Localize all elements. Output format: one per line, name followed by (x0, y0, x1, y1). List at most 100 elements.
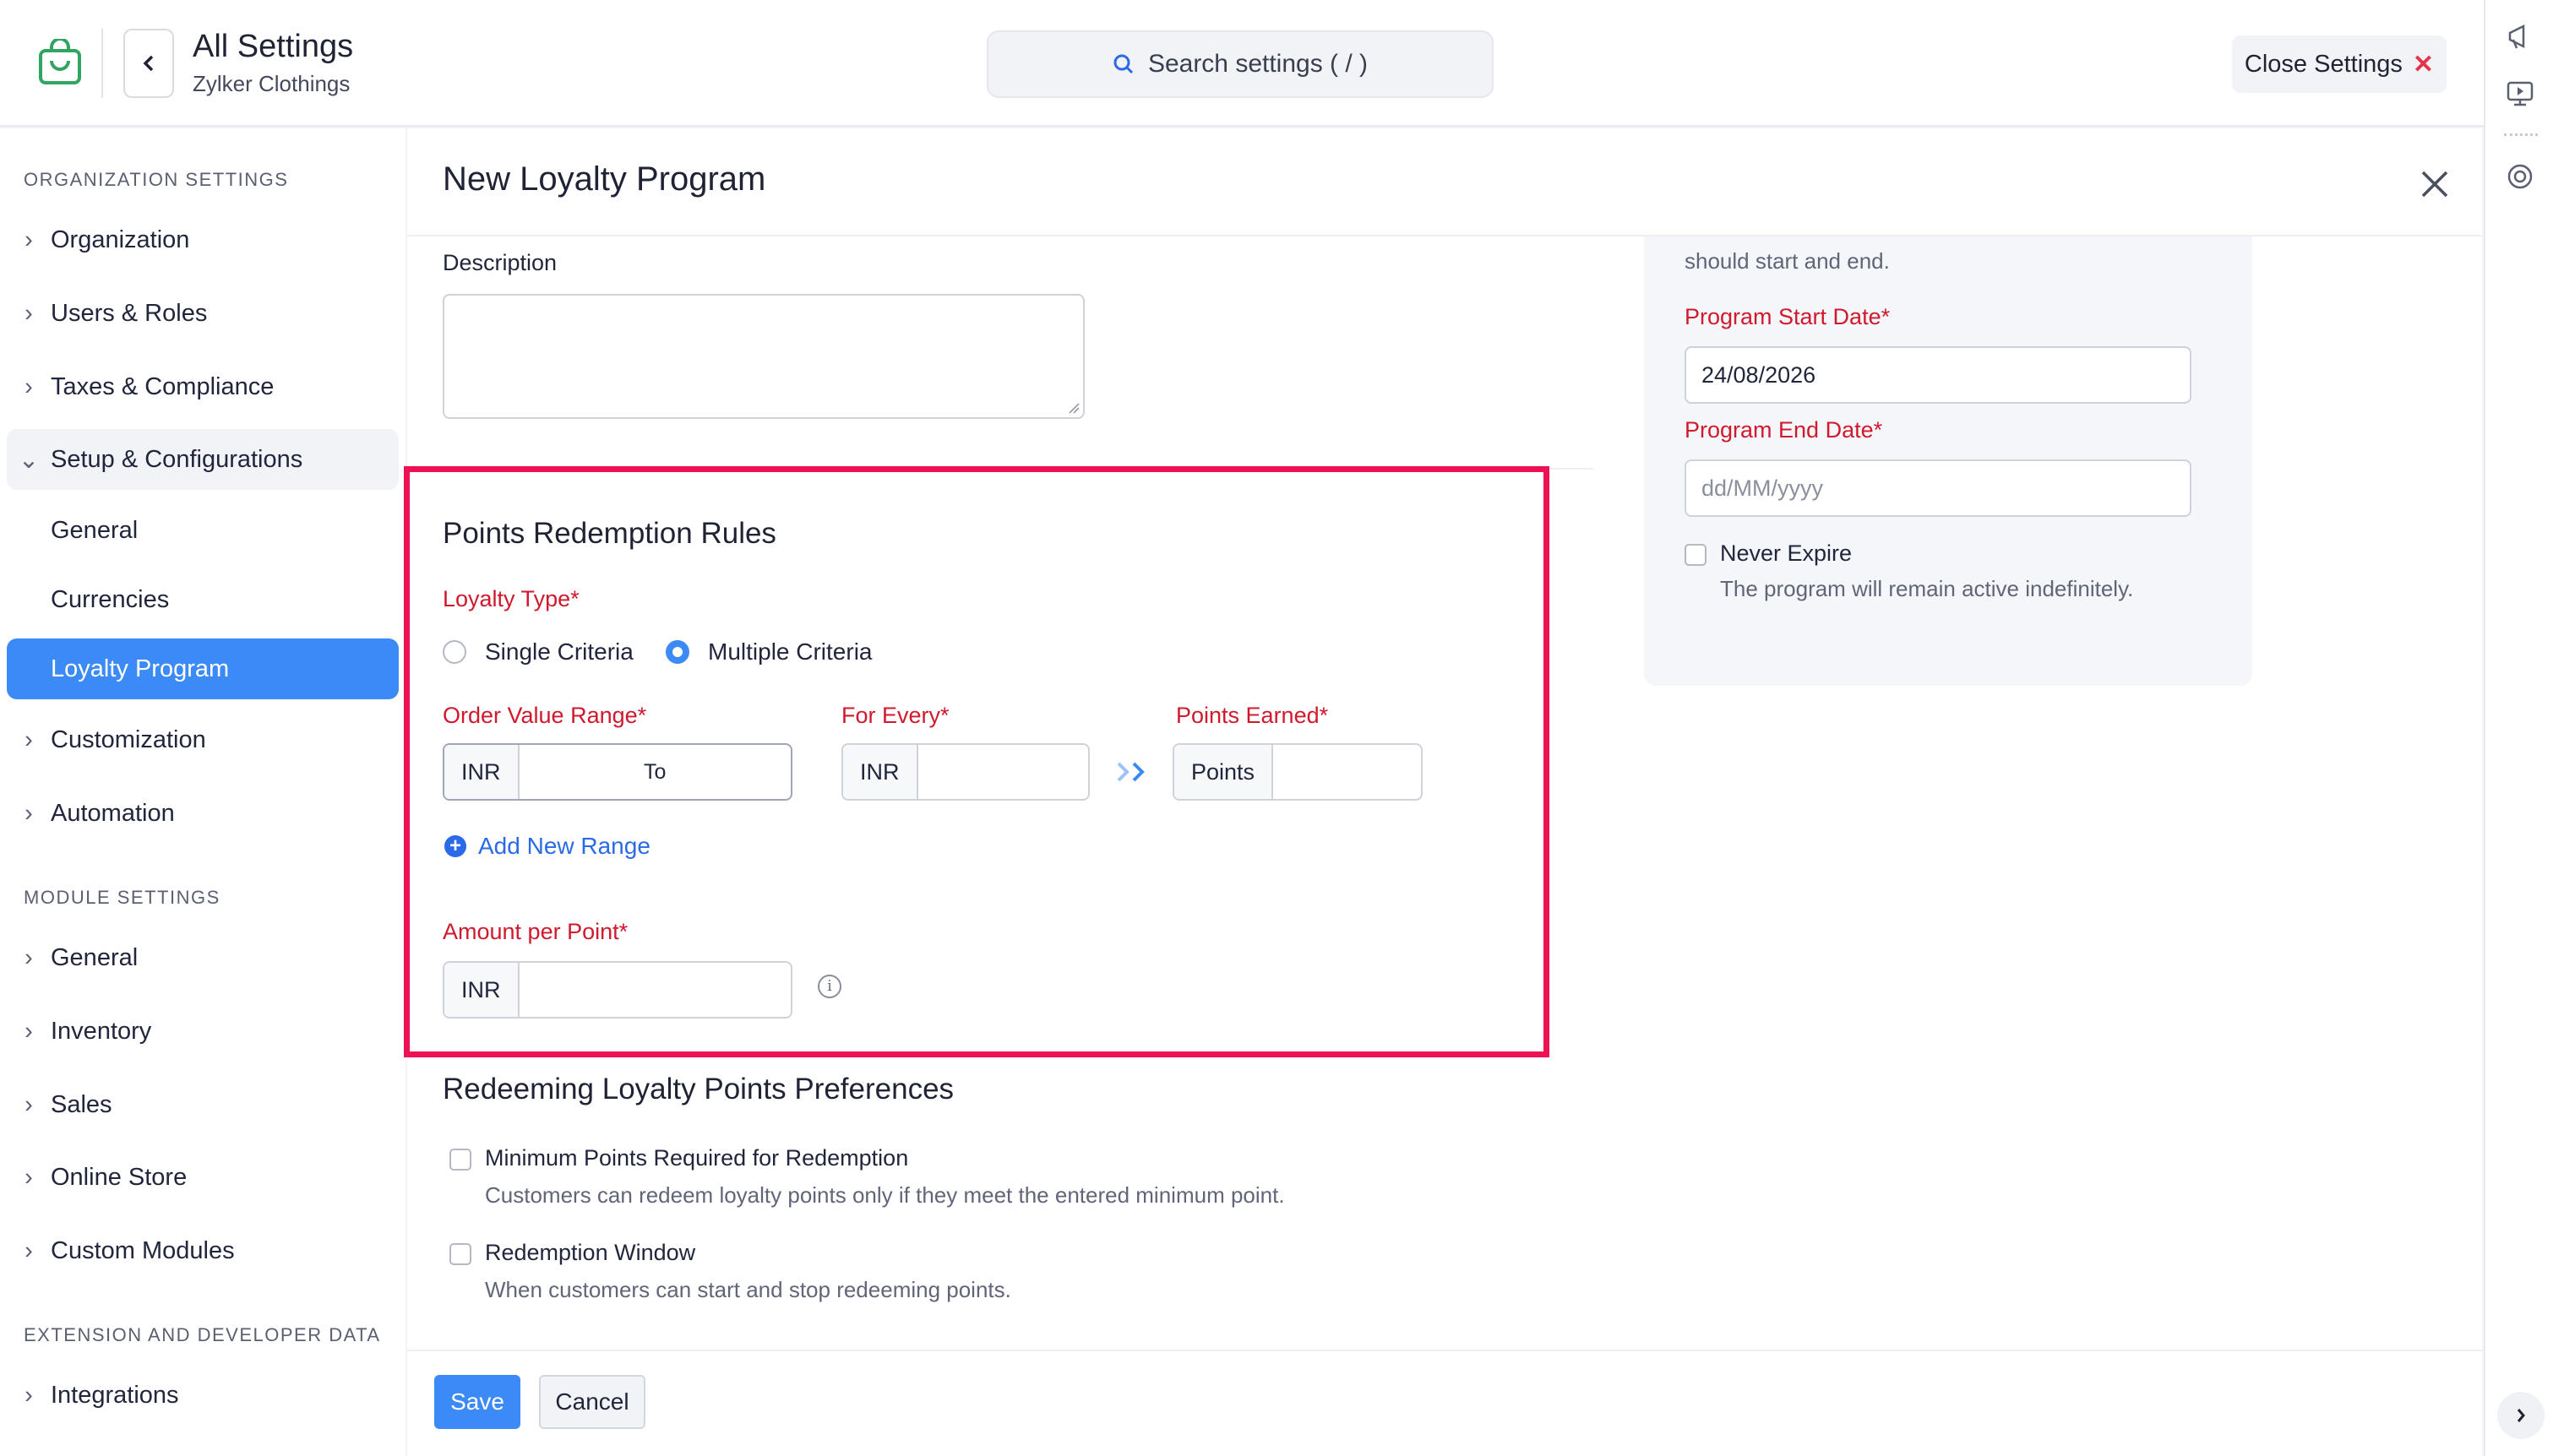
close-red-icon: ✕ (2412, 50, 2435, 79)
settings-sidebar: ORGANIZATION SETTINGS › Organization › Use… (0, 128, 406, 1456)
chevron-down-icon: ⌄ (18, 446, 40, 474)
sidebar-item-online-store[interactable]: › Online Store (7, 1147, 399, 1208)
minimum-points-label: Minimum Points Required for Redemption (485, 1145, 909, 1171)
sidebar-item-users-roles[interactable]: › Users & Roles (7, 283, 399, 344)
header-divider (101, 29, 103, 98)
single-criteria-radio[interactable]: Single Criteria (443, 638, 634, 666)
radio-label: Multiple Criteria (708, 638, 873, 665)
sidebar-item-label: Inventory (51, 1017, 152, 1045)
section-heading-extension: EXTENSION AND DEVELOPER DATA (24, 1324, 381, 1345)
order-value-range-label: Order Value Range* (443, 703, 647, 728)
sidebar-item-label: Online Store (51, 1163, 188, 1191)
redemption-window-help: When customers can start and stop redeem… (485, 1277, 1011, 1302)
sidebar-item-custom-modules[interactable]: › Custom Modules (7, 1220, 399, 1281)
sidebar-subitem-general[interactable]: General (7, 500, 399, 561)
points-prefix: Points (1174, 745, 1274, 799)
right-rail (2484, 0, 2553, 1456)
settings-title: All Settings (193, 29, 354, 64)
description-label: Description (443, 250, 558, 275)
section-heading-module: MODULE SETTINGS (24, 887, 220, 908)
program-end-date-input[interactable]: dd/MM/yyyy (1685, 459, 2191, 517)
announcement-icon[interactable] (2502, 19, 2538, 54)
chevron-right-icon: › (24, 1236, 33, 1264)
add-new-range-button[interactable]: + Add New Range (444, 833, 650, 860)
sidebar-item-customization[interactable]: › Customization (7, 709, 399, 770)
sidebar-item-sales[interactable]: › Sales (7, 1074, 399, 1135)
plus-circle-icon: + (444, 835, 466, 857)
info-icon[interactable]: i (818, 975, 841, 998)
radio-unselected-icon (443, 640, 466, 664)
help-support-icon[interactable] (2502, 159, 2538, 194)
sidebar-item-integrations[interactable]: › Integrations (7, 1365, 399, 1426)
minimum-points-checkbox[interactable] (449, 1149, 471, 1171)
sidebar-item-label: Organization (51, 225, 190, 253)
program-start-date-label: Program Start Date* (1685, 304, 1891, 329)
sidebar-item-label: Taxes & Compliance (51, 372, 275, 400)
sidebar-item-inventory[interactable]: › Inventory (7, 1001, 399, 1062)
form-footer (407, 1350, 2482, 1456)
for-every-label: For Every* (841, 703, 950, 728)
range-to-label: To (644, 759, 667, 784)
sidebar-item-label: Integrations (51, 1381, 179, 1409)
amount-per-point-input[interactable]: INR (443, 961, 792, 1019)
redeeming-preferences-title: Redeeming Loyalty Points Preferences (443, 1073, 955, 1106)
chevron-left-icon (143, 55, 154, 72)
top-bar: All Settings Zylker Clothings Search set… (0, 0, 2484, 127)
never-expire-help: The program will remain active indefinit… (1720, 576, 2134, 601)
points-earned-input[interactable]: Points (1173, 743, 1423, 801)
program-end-date-label: Program End Date* (1685, 417, 1883, 443)
search-settings-input[interactable]: Search settings ( / ) (987, 30, 1494, 98)
radio-selected-icon (666, 640, 689, 664)
save-button[interactable]: Save (434, 1375, 520, 1429)
chevron-right-icon: › (24, 1090, 33, 1118)
chevron-right-icon: › (24, 1017, 33, 1045)
minimum-points-help: Customers can redeem loyalty points only… (485, 1182, 1285, 1208)
chevron-right-icon: › (24, 943, 33, 971)
never-expire-checkbox[interactable] (1685, 544, 1707, 566)
sidebar-subitem-loyalty-program[interactable]: Loyalty Program (7, 638, 399, 699)
close-settings-button[interactable]: Close Settings ✕ (2232, 35, 2447, 93)
sidebar-item-label: General (51, 516, 139, 544)
multiple-criteria-radio[interactable]: Multiple Criteria (666, 638, 873, 666)
sidebar-item-label: Setup & Configurations (51, 445, 303, 473)
rail-separator (2504, 133, 2538, 136)
currency-prefix: INR (843, 745, 918, 799)
program-start-date-input[interactable]: 24/08/2026 (1685, 346, 2191, 404)
sidebar-item-automation[interactable]: › Automation (7, 783, 399, 844)
sidebar-item-label: Currencies (51, 585, 170, 613)
duration-help-text: should start and end. (1685, 248, 1890, 274)
points-earned-label: Points Earned* (1176, 703, 1329, 728)
sidebar-subitem-currencies[interactable]: Currencies (7, 569, 399, 630)
back-button[interactable] (123, 29, 174, 98)
expand-rail-button[interactable] (2497, 1392, 2545, 1439)
chevron-right-icon: › (24, 1381, 33, 1409)
description-textarea[interactable] (443, 294, 1085, 419)
video-tutorial-icon[interactable] (2502, 76, 2538, 111)
sidebar-item-label: General (51, 943, 139, 971)
currency-prefix: INR (444, 963, 520, 1017)
sidebar-item-setup-configurations[interactable]: ⌄ Setup & Configurations (7, 429, 399, 490)
sidebar-item-taxes-compliance[interactable]: › Taxes & Compliance (7, 356, 399, 417)
order-value-range-input[interactable]: INR To (443, 743, 792, 801)
chevron-right-icon: › (24, 725, 33, 753)
sidebar-item-label: Loyalty Program (51, 655, 230, 682)
modal-header: New Loyalty Program (407, 128, 2482, 236)
sidebar-item-organization[interactable]: › Organization (7, 209, 399, 270)
loyalty-program-form: should start and end. Program Start Date… (404, 128, 2482, 1456)
shopping-bag-logo-icon (37, 37, 83, 86)
for-every-input[interactable]: INR (841, 743, 1090, 801)
currency-prefix: INR (444, 745, 520, 799)
close-icon[interactable] (2418, 167, 2452, 201)
chevron-right-icon: › (24, 372, 33, 400)
redemption-window-label: Redemption Window (485, 1240, 696, 1265)
resize-handle-icon (1069, 403, 1080, 414)
close-settings-label: Close Settings (2244, 50, 2403, 78)
sidebar-item-module-general[interactable]: › General (7, 927, 399, 988)
modal-title: New Loyalty Program (443, 160, 766, 198)
cancel-button[interactable]: Cancel (539, 1375, 645, 1429)
sidebar-item-label: Automation (51, 799, 175, 827)
sidebar-item-label: Customization (51, 725, 206, 753)
redemption-window-checkbox[interactable] (449, 1243, 471, 1265)
loyalty-type-label: Loyalty Type* (443, 586, 580, 611)
amount-per-point-label: Amount per Point* (443, 919, 629, 944)
